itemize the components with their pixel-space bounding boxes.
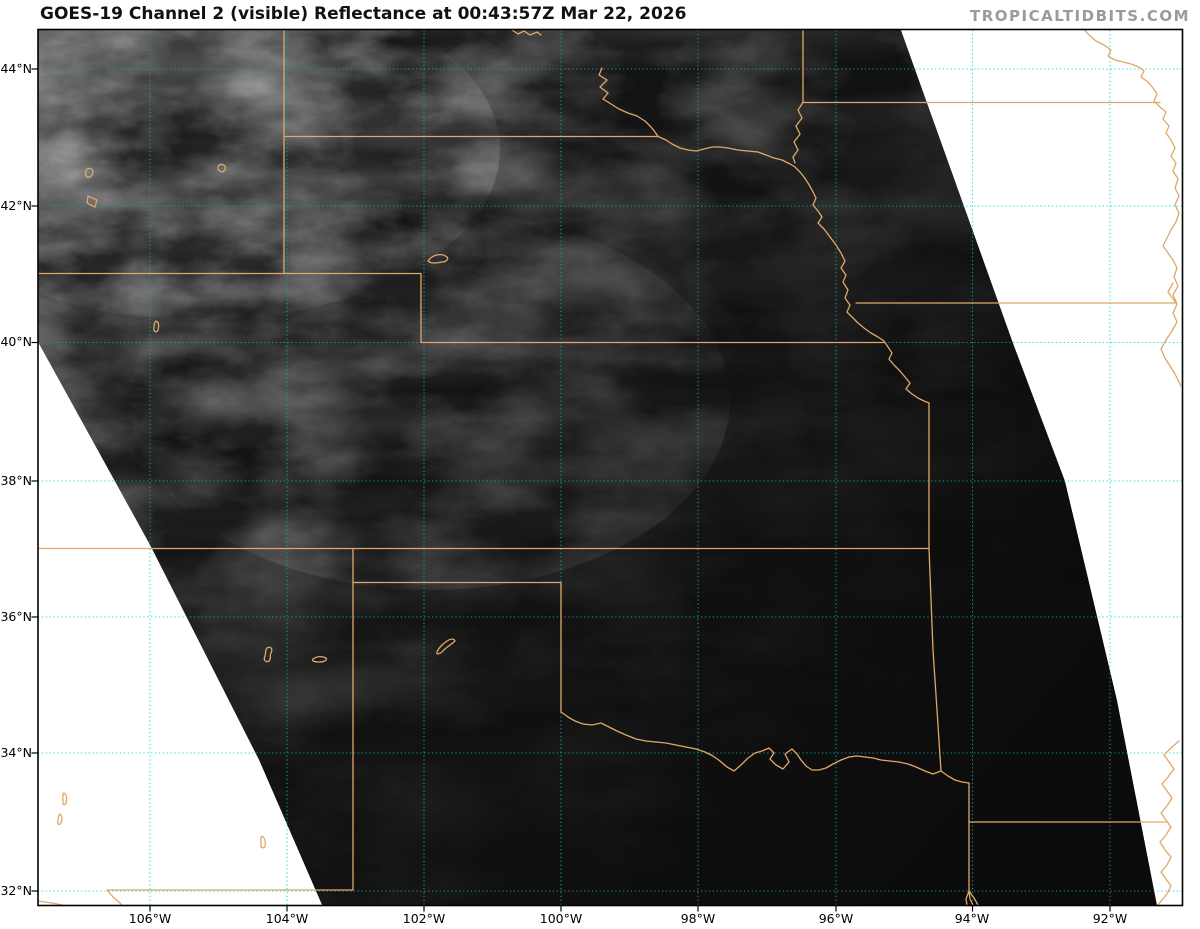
lat-tick-label: 40°N <box>0 334 32 350</box>
lon-tick-label: 98°W <box>666 911 730 927</box>
lon-tick-label: 96°W <box>804 911 868 927</box>
lon-tick-label: 92°W <box>1078 911 1142 927</box>
lat-tick-label: 44°N <box>0 61 32 77</box>
mississippi-river-north <box>1083 28 1181 386</box>
lake-caballo <box>58 814 62 824</box>
satellite-map <box>0 0 1200 929</box>
lon-tick-label: 106°W <box>118 911 182 927</box>
satellite-swath <box>38 30 1183 906</box>
lat-tick-label: 36°N <box>0 609 32 625</box>
lon-tick-label: 102°W <box>392 911 456 927</box>
lon-tick-label: 94°W <box>940 911 1004 927</box>
lat-tick-label: 42°N <box>0 198 32 214</box>
lat-tick-label: 32°N <box>0 883 32 899</box>
mississippi-river-south <box>1158 741 1179 905</box>
satellite-image-page: GOES-19 Channel 2 (visible) Reflectance … <box>0 0 1200 929</box>
lake-elephant-butte <box>63 793 67 805</box>
lon-tick-label: 100°W <box>529 911 593 927</box>
lake-brantley <box>261 836 266 848</box>
rio-grande-corner <box>38 901 62 905</box>
lon-tick-label: 104°W <box>255 911 319 927</box>
lat-tick-label: 38°N <box>0 473 32 489</box>
lat-tick-label: 34°N <box>0 745 32 761</box>
cloud-streaks <box>38 30 1183 906</box>
rio-grande <box>107 890 122 906</box>
